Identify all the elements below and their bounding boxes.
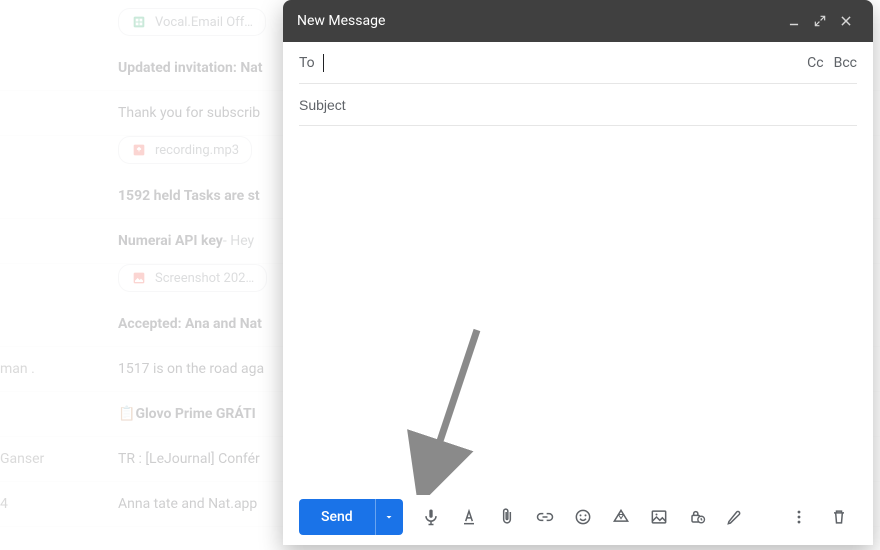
compose-header[interactable]: New Message [283,0,873,42]
close-button[interactable] [833,8,859,34]
compose-toolbar: Send [283,489,873,545]
more-options-icon[interactable] [781,499,817,535]
message-body[interactable] [299,134,857,489]
microphone-icon[interactable] [413,499,449,535]
discard-icon[interactable] [821,499,857,535]
subject-field-row[interactable] [299,84,857,126]
to-field-row[interactable]: To Cc Bcc [299,42,857,84]
pen-icon[interactable] [717,499,753,535]
emoji-icon[interactable] [565,499,601,535]
attach-icon[interactable] [489,499,525,535]
drive-icon[interactable] [603,499,639,535]
expand-button[interactable] [807,8,833,34]
confidential-icon[interactable] [679,499,715,535]
send-more-button[interactable] [375,499,403,535]
minimize-button[interactable] [781,8,807,34]
image-icon[interactable] [641,499,677,535]
compose-title: New Message [297,13,781,29]
compose-dialog: New Message To Cc Bcc Send [283,0,873,545]
format-text-icon[interactable] [451,499,487,535]
bcc-toggle[interactable]: Bcc [824,55,857,71]
cc-toggle[interactable]: Cc [797,55,823,71]
to-input[interactable] [324,50,797,76]
send-label: Send [299,499,375,535]
subject-input[interactable] [299,92,857,118]
send-button[interactable]: Send [299,499,403,535]
to-label: To [299,55,321,71]
link-icon[interactable] [527,499,563,535]
